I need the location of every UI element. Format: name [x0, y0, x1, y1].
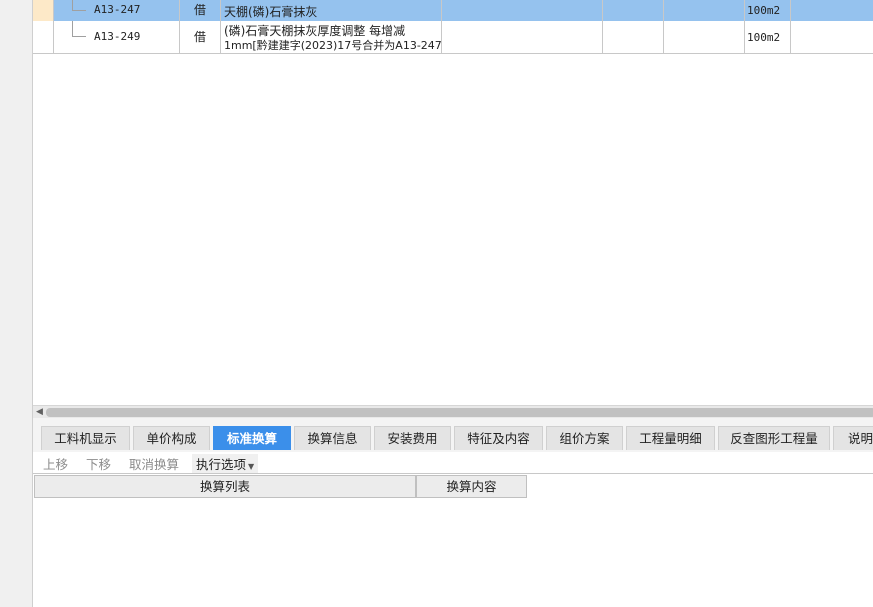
tree-line	[72, 10, 86, 11]
convert-list-grid: 换算列表 换算内容	[33, 473, 873, 607]
row-indicator[interactable]	[33, 21, 54, 53]
tab-bar: 工料机显示 单价构成 标准换算 换算信息 安装费用 特征及内容 组价方案 工程量…	[33, 418, 873, 452]
unit-cell[interactable]: 100m2	[745, 21, 791, 53]
empty-cell[interactable]	[603, 21, 664, 53]
code-cell[interactable]: A13-249	[54, 21, 180, 53]
exec-options-dropdown[interactable]: 执行选项 ▼	[192, 454, 259, 473]
type-label: 借	[193, 3, 206, 17]
empty-cell[interactable]	[791, 21, 873, 53]
tab-description[interactable]: 说明	[833, 426, 873, 450]
scrollbar-thumb[interactable]	[46, 408, 873, 417]
empty-cell[interactable]	[603, 0, 664, 21]
tab-install-fee[interactable]: 安装费用	[374, 426, 451, 450]
table-row[interactable]: A13-247 借 天棚(磷)石膏抹灰 100m2	[33, 0, 873, 21]
name-cell[interactable]: (磷)石膏天棚抹灰厚度调整 每增减 1mm[黔建建字(2023)17号合并为A1…	[221, 21, 442, 53]
type-label: 借	[193, 30, 206, 44]
tab-features[interactable]: 特征及内容	[454, 426, 543, 450]
code-cell[interactable]: A13-247	[54, 0, 180, 21]
tree-line	[72, 36, 86, 37]
tab-unit-price[interactable]: 单价构成	[133, 426, 210, 450]
convert-toolbar: 上移 下移 取消换算 执行选项 ▼	[33, 452, 873, 473]
move-up-button[interactable]: 上移	[43, 454, 68, 473]
empty-cell[interactable]	[664, 21, 745, 53]
unit-label: 100m2	[747, 4, 781, 17]
row-indicator[interactable]	[33, 0, 54, 21]
table-row[interactable]: A13-249 借 (磷)石膏天棚抹灰厚度调整 每增减 1mm[黔建建字(202…	[33, 21, 873, 54]
empty-cell[interactable]	[442, 21, 603, 53]
tab-reverse-lookup[interactable]: 反查图形工程量	[718, 426, 830, 450]
column-header-convert-list[interactable]: 换算列表	[34, 475, 416, 498]
tab-standard-convert[interactable]: 标准换算	[213, 426, 291, 450]
quota-code: A13-247	[94, 3, 141, 16]
tab-quantity-detail[interactable]: 工程量明细	[626, 426, 715, 450]
tab-convert-info[interactable]: 换算信息	[294, 426, 371, 450]
cancel-convert-button[interactable]: 取消换算	[129, 454, 179, 473]
column-header-convert-content[interactable]: 换算内容	[416, 475, 527, 498]
tree-line	[72, 0, 73, 10]
empty-cell[interactable]	[791, 0, 873, 21]
left-row-header-strip	[0, 0, 33, 607]
quota-code: A13-249	[94, 30, 141, 43]
tree-line	[72, 21, 73, 36]
horizontal-scrollbar[interactable]: ◀	[33, 405, 873, 418]
quota-name: 天棚(磷)石膏抹灰	[224, 5, 318, 19]
tab-material-display[interactable]: 工料机显示	[41, 426, 130, 450]
move-down-button[interactable]: 下移	[86, 454, 111, 473]
tab-pricing-plan[interactable]: 组价方案	[546, 426, 623, 450]
empty-cell[interactable]	[442, 0, 603, 21]
quota-name-line2: 1mm[黔建建字(2023)17号合并为A13-247]	[224, 39, 442, 52]
exec-options-label: 执行选项	[196, 457, 247, 472]
unit-label: 100m2	[747, 31, 781, 44]
empty-cell[interactable]	[664, 0, 745, 21]
chevron-down-icon: ▼	[248, 462, 255, 471]
unit-cell[interactable]: 100m2	[745, 0, 791, 21]
name-cell[interactable]: 天棚(磷)石膏抹灰	[221, 0, 442, 21]
type-cell[interactable]: 借	[180, 0, 221, 21]
type-cell[interactable]: 借	[180, 21, 221, 53]
scroll-left-icon[interactable]: ◀	[36, 407, 43, 417]
